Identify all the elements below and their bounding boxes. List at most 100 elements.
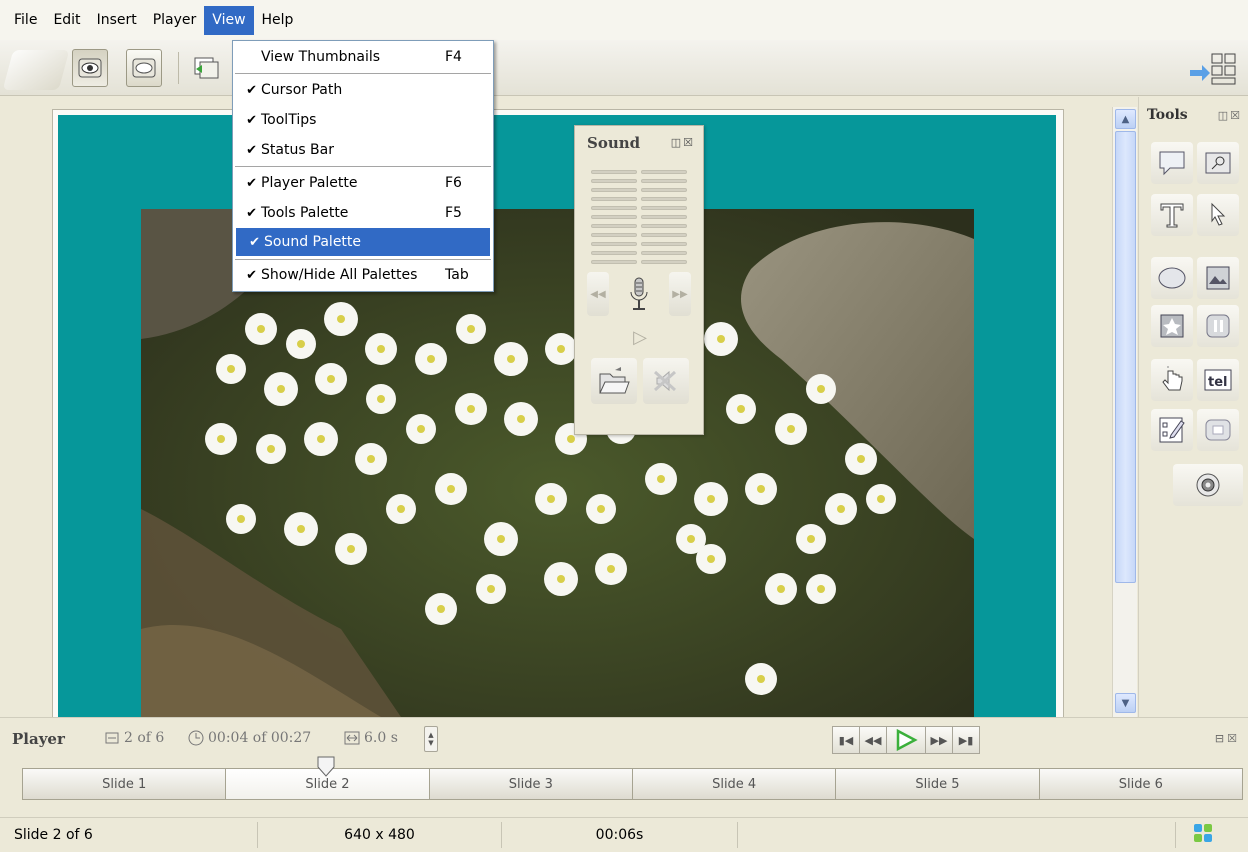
vertical-scrollbar[interactable]: ▲ ▼ bbox=[1112, 107, 1137, 717]
menu-view[interactable]: View bbox=[204, 5, 254, 35]
pause-tool[interactable] bbox=[1197, 305, 1239, 347]
highlight-oval-icon bbox=[1158, 267, 1186, 289]
next-button[interactable]: ▶▶ bbox=[925, 726, 953, 754]
record-tool[interactable] bbox=[1173, 464, 1243, 506]
scroll-up-button[interactable]: ▲ bbox=[1115, 109, 1136, 129]
menu-player[interactable]: Player bbox=[145, 6, 205, 35]
status-slide: Slide 2 of 6 bbox=[0, 822, 258, 848]
playhead-marker[interactable] bbox=[316, 756, 336, 778]
slide-icon bbox=[104, 730, 120, 746]
menu-item-shortcut: Tab bbox=[445, 267, 469, 283]
duration-icon bbox=[344, 730, 360, 746]
play-button[interactable] bbox=[886, 726, 926, 754]
palette-controls[interactable]: ⊟☒ bbox=[1215, 732, 1240, 745]
menu-item-tools-palette[interactable]: ✔ Tools Palette F5 bbox=[233, 199, 493, 227]
menu-edit[interactable]: Edit bbox=[45, 6, 88, 35]
check-icon: ✔ bbox=[249, 234, 260, 250]
svg-text:tel: tel bbox=[1208, 375, 1228, 390]
check-icon: ✔ bbox=[246, 82, 257, 98]
player-title: Player bbox=[12, 730, 65, 748]
tools-palette-title: Tools bbox=[1147, 107, 1188, 123]
palette-controls[interactable]: ◫☒ bbox=[1218, 109, 1242, 122]
zoom-box-tool[interactable] bbox=[1197, 142, 1239, 184]
timeline-slide-5[interactable]: Slide 5 bbox=[835, 768, 1040, 800]
image-icon bbox=[1206, 266, 1230, 290]
status-bar: Slide 2 of 6 640 x 480 00:06s bbox=[0, 817, 1248, 852]
stepper-up-icon: ▲ bbox=[428, 731, 434, 739]
view-menu-dropdown: View Thumbnails F4 ✔ Cursor Path ✔ ToolT… bbox=[232, 40, 494, 292]
menu-item-status-bar[interactable]: ✔ Status Bar bbox=[233, 136, 493, 164]
ellipse-view-button[interactable] bbox=[126, 49, 162, 87]
menu-item-player-palette[interactable]: ✔ Player Palette F6 bbox=[233, 169, 493, 197]
menu-item-tooltips[interactable]: ✔ ToolTips bbox=[233, 106, 493, 134]
menu-item-label: Player Palette bbox=[261, 175, 358, 191]
stepper-down-icon: ▼ bbox=[428, 739, 434, 747]
record-audio-button[interactable] bbox=[619, 270, 659, 318]
menu-item-label: Tools Palette bbox=[261, 205, 349, 221]
check-icon: ✔ bbox=[246, 205, 257, 221]
zoom-box-icon bbox=[1205, 152, 1231, 174]
menu-item-label: Cursor Path bbox=[261, 82, 343, 98]
rewind-icon: ◀◀ bbox=[590, 288, 606, 300]
menu-item-view-thumbnails[interactable]: View Thumbnails F4 bbox=[233, 43, 493, 71]
menu-item-cursor-path[interactable]: ✔ Cursor Path bbox=[233, 76, 493, 104]
playhead-icon bbox=[317, 756, 335, 777]
menu-file[interactable]: File bbox=[6, 6, 45, 35]
rewind-button[interactable]: ◀◀ bbox=[587, 272, 609, 316]
fast-forward-icon: ▶▶ bbox=[672, 288, 688, 300]
fast-forward-button[interactable]: ▶▶ bbox=[669, 272, 691, 316]
menu-help[interactable]: Help bbox=[254, 6, 302, 35]
timeline-slide-3[interactable]: Slide 3 bbox=[428, 768, 633, 800]
time-value: 00:04 of 00:27 bbox=[208, 730, 312, 746]
slide-position: 2 of 6 bbox=[124, 730, 165, 746]
highlight-tool[interactable] bbox=[1151, 257, 1193, 299]
quiz-icon bbox=[1159, 417, 1185, 443]
menu-insert[interactable]: Insert bbox=[89, 6, 145, 35]
last-slide-button[interactable]: ▶▮ bbox=[952, 726, 980, 754]
toolbar-decoration bbox=[2, 50, 70, 90]
sound-palette[interactable]: Sound ◫☒ ◀◀ ▶▶ ▷ bbox=[574, 125, 704, 435]
cursor-tool[interactable] bbox=[1197, 194, 1239, 236]
slide-properties-button[interactable] bbox=[188, 49, 224, 87]
scroll-thumb[interactable] bbox=[1115, 131, 1136, 583]
click-tool[interactable] bbox=[1151, 359, 1193, 401]
menu-item-label: View Thumbnails bbox=[261, 49, 381, 65]
play-icon: ▷ bbox=[633, 326, 647, 348]
quiz-tool[interactable] bbox=[1151, 409, 1193, 451]
text-tool[interactable] bbox=[1151, 194, 1193, 236]
sound-palette-title: Sound bbox=[587, 134, 641, 152]
volume-meter-left bbox=[591, 170, 637, 269]
layout-toggle-button[interactable] bbox=[1186, 48, 1240, 88]
menu-separator bbox=[235, 166, 491, 167]
screen-area-tool[interactable] bbox=[1197, 409, 1239, 451]
callout-tool[interactable] bbox=[1151, 142, 1193, 184]
menu-bar: File Edit Insert Player View Help bbox=[0, 0, 1248, 40]
mute-icon bbox=[653, 370, 677, 392]
status-empty bbox=[738, 822, 1176, 848]
eye-view-button[interactable] bbox=[72, 49, 108, 87]
status-elapsed: 00:06s bbox=[502, 822, 738, 848]
scroll-down-button[interactable]: ▼ bbox=[1115, 693, 1136, 713]
click-hand-icon bbox=[1162, 366, 1183, 391]
palette-controls[interactable]: ◫☒ bbox=[671, 136, 695, 149]
image-placeholder-tool[interactable] bbox=[1151, 305, 1193, 347]
timeline-slide-6[interactable]: Slide 6 bbox=[1038, 768, 1243, 800]
image-tool[interactable] bbox=[1197, 257, 1239, 299]
play-audio-button[interactable]: ▷ bbox=[627, 324, 653, 350]
duration-stepper[interactable]: ▲ ▼ bbox=[424, 726, 438, 752]
pause-icon bbox=[1206, 314, 1230, 338]
previous-button[interactable]: ◀◀ bbox=[859, 726, 887, 754]
text-entry-tool[interactable]: tel bbox=[1197, 359, 1239, 401]
volume-meter-right bbox=[641, 170, 687, 269]
chevron-up-icon: ▲ bbox=[1121, 113, 1130, 125]
remove-audio-button[interactable] bbox=[643, 358, 689, 404]
timeline-slide-1[interactable]: Slide 1 bbox=[22, 768, 227, 800]
import-audio-button[interactable] bbox=[591, 358, 637, 404]
menu-separator bbox=[235, 73, 491, 74]
first-slide-button[interactable]: ▮◀ bbox=[832, 726, 860, 754]
player-palette: Player 2 of 6 00:04 of 00:27 6.0 s ▲ ▼ ▮◀… bbox=[0, 717, 1248, 817]
menu-item-sound-palette[interactable]: ✔ Sound Palette bbox=[236, 228, 490, 256]
menu-item-show-hide-all[interactable]: ✔ Show/Hide All Palettes Tab bbox=[233, 261, 493, 289]
microphone-icon bbox=[630, 277, 648, 310]
timeline-slide-4[interactable]: Slide 4 bbox=[631, 768, 837, 800]
